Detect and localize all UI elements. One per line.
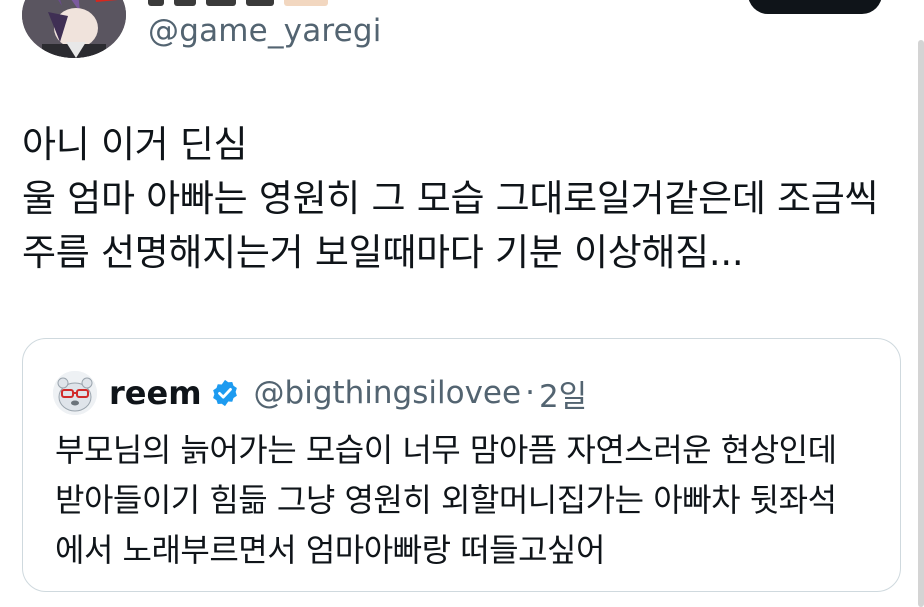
quote-author-handle[interactable]: @bigthingsilovee [254,375,522,411]
separator-dot: · [525,375,535,411]
quote-text-line: 에서 노래부르면서 엄마아빠랑 떠들고싶어 [55,531,605,569]
tweet-text-line: 아니 이거 딘심 [22,123,248,166]
tweet-text-line: 울 엄마 아빠는 영원히 그 모습 그대로일거같은데 조금씩 [22,177,879,220]
author-handle[interactable]: @game_yaregi [148,13,382,49]
quoted-tweet-header: reem @bigthingsilovee · 2일 [53,371,587,415]
follow-button[interactable] [748,0,882,14]
author-avatar[interactable] [22,0,126,58]
quote-author-name[interactable]: reem [109,374,202,412]
quoted-tweet-card[interactable]: reem @bigthingsilovee · 2일 부모님의 늙어가는 모습이… [22,338,901,592]
quote-text-line: 부모님의 늙어가는 모습이 너무 맘아픔 자연스러운 현상인데 [55,431,837,469]
quote-avatar[interactable] [53,371,97,415]
quote-timestamp[interactable]: 2일 [539,371,587,416]
author-display-name-partial [148,0,328,6]
quote-text-line: 받아들이기 힘듦 그냥 영원히 외할머니집가는 아빠차 뒷좌석 [55,481,837,519]
tweet-text-line: 주름 선명해지는거 보일때마다 기분 이상해짐... [22,231,744,274]
tweet-text: 아니 이거 딘심 울 엄마 아빠는 영원히 그 모습 그대로일거같은데 조금씩 … [22,118,902,280]
verified-badge-icon [212,379,237,407]
scrollbar[interactable] [918,40,924,607]
quoted-tweet-text: 부모님의 늙어가는 모습이 너무 맘아픔 자연스러운 현상인데 받아들이기 힘듦… [55,425,895,575]
